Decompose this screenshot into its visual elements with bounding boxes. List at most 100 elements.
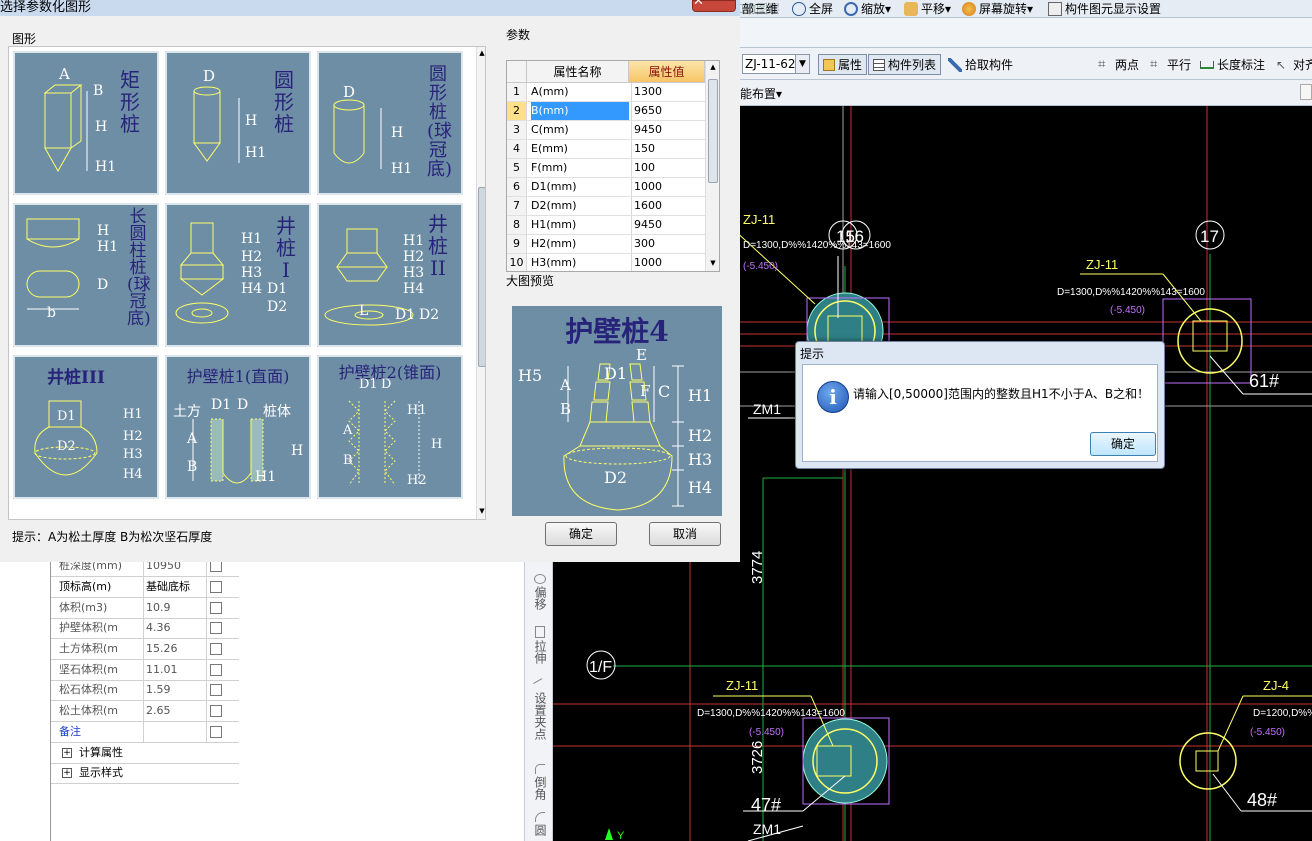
property-checkbox[interactable]	[210, 726, 222, 738]
parameter-row[interactable]: 3 C(mm) 9450	[507, 121, 705, 140]
shape-tile-rect-pile[interactable]: A B H H1 矩形桩	[12, 50, 160, 196]
message-ok-button[interactable]: 确定	[1090, 432, 1156, 456]
close-button[interactable]: ✕	[692, 0, 736, 12]
pan-button[interactable]: 平移 ▾	[904, 0, 951, 17]
property-row[interactable]: 顶标高(m) 基础底标	[51, 577, 239, 598]
property-row[interactable]: 体积(m3) 10.9	[51, 598, 239, 619]
preview-group-label: 大图预览	[506, 274, 555, 288]
align-button[interactable]: ↖ 对齐	[1276, 56, 1312, 73]
scrollbar-thumb[interactable]	[708, 79, 718, 183]
shape-label: 土方	[173, 404, 201, 420]
parameter-row-selected[interactable]: 2 B(mm) 9650	[507, 102, 705, 121]
component-list-button[interactable]: 构件列表	[868, 54, 942, 75]
layout-extra-button[interactable]	[1300, 84, 1312, 100]
column-header-name: 属性名称	[527, 61, 629, 83]
properties-button[interactable]: 属性	[818, 54, 868, 75]
parameter-row[interactable]: 1 A(mm) 1300	[507, 83, 705, 102]
shape-tile-wall-pile-2[interactable]: 护壁桩2(锥面) D1 D H1 A B H H2	[316, 354, 464, 500]
scrollbar-thumb[interactable]	[478, 187, 485, 367]
scroll-up-icon[interactable]: ▲	[477, 49, 485, 57]
parameter-row[interactable]: 7 D2(mm) 1600	[507, 197, 705, 216]
parameter-table-scrollbar[interactable]: ▲ ▼	[705, 61, 719, 271]
dialog-ok-button[interactable]: 确定	[545, 522, 617, 546]
parameter-row[interactable]: 5 F(mm) 100	[507, 159, 705, 178]
zoom-button[interactable]: 缩放 ▾	[844, 0, 891, 17]
expand-icon[interactable]: +	[62, 768, 72, 778]
offset-tool[interactable]: 偏移	[529, 574, 551, 613]
view-3d-button[interactable]: 部三维	[742, 0, 778, 17]
property-row[interactable]: 坚石体积(m 11.01	[51, 660, 239, 681]
property-row[interactable]: 土方体积(m 15.26	[51, 639, 239, 660]
parameter-value-input[interactable]: 1300	[631, 83, 703, 101]
shape-tile-round-pile[interactable]: D H H1 圆形桩	[164, 50, 312, 196]
parameter-value-input[interactable]: 300	[631, 235, 703, 253]
parameter-value-input[interactable]: 1600	[631, 197, 703, 215]
parameter-row[interactable]: 8 H1(mm) 9450	[507, 216, 705, 235]
parameter-value-input[interactable]: 9450	[631, 121, 703, 139]
shape-gallery-scrollbar[interactable]: ▲ ▼	[476, 47, 485, 519]
shape-tile-long-round-pile[interactable]: H H1 D b 长圆柱桩(球冠底)	[12, 202, 160, 348]
display-settings-button[interactable]: 构件图元显示设置	[1048, 0, 1161, 17]
parameter-value-input[interactable]: 1000	[631, 254, 703, 271]
property-checkbox[interactable]	[210, 602, 222, 614]
property-row[interactable]: 松土体积(m 2.65	[51, 701, 239, 722]
length-dimension-button[interactable]: 长度标注	[1200, 56, 1265, 73]
shape-tile-well-pile-3[interactable]: 井桩III D1 D2 H1 H2 H3 H4	[12, 354, 160, 500]
property-checkbox[interactable]	[210, 622, 222, 634]
shape-tile-round-pile-dome[interactable]: D H H1 圆形桩(球冠底)	[316, 50, 464, 196]
property-checkbox[interactable]	[210, 581, 222, 593]
pick-component-button[interactable]: 拾取构件	[948, 56, 1013, 73]
second-toolbar	[740, 18, 1312, 48]
shape-label: H1	[95, 159, 117, 175]
scroll-down-icon[interactable]: ▼	[706, 259, 719, 267]
expand-icon[interactable]: +	[62, 748, 72, 758]
parallel-button[interactable]: ⌗ 平行	[1150, 56, 1191, 73]
parameter-value-input[interactable]: 1000	[631, 178, 703, 196]
two-point-button[interactable]: ⌗ 两点	[1098, 56, 1139, 73]
parameter-row[interactable]: 10 H3(mm) 1000	[507, 254, 705, 271]
property-checkbox[interactable]	[210, 643, 222, 655]
parameter-row[interactable]: 4 E(mm) 150	[507, 140, 705, 159]
set-grip-tool[interactable]: 设置夹点	[529, 678, 551, 743]
info-icon: i	[817, 381, 849, 413]
parameter-value-input[interactable]: 150	[631, 140, 703, 158]
preview-label: H2	[688, 426, 713, 445]
scroll-down-icon[interactable]: ▼	[477, 507, 485, 515]
eyedropper-icon	[948, 57, 962, 72]
dialog-cancel-button[interactable]: 取消	[649, 522, 721, 546]
shape-tile-well-pile-2[interactable]: H1 H2 H3 H4 L D1 D2 井桩II	[316, 202, 464, 348]
property-checkbox[interactable]	[210, 684, 222, 696]
parameter-value-input[interactable]: 9650	[631, 102, 703, 120]
dialog-title-bar[interactable]: 选择参数化图形 ✕	[0, 0, 740, 16]
parameter-row[interactable]: 6 D1(mm) 1000	[507, 178, 705, 197]
shape-tile-well-pile-1[interactable]: H1 H2 H3 H4 D1 D2 井桩I	[164, 202, 312, 348]
shape-label: A	[187, 431, 198, 447]
list-icon	[873, 58, 885, 71]
stretch-tool[interactable]: 拉伸	[529, 626, 551, 667]
shape-label: H1	[123, 407, 143, 422]
component-select[interactable]: ZJ-11-62 ▼	[742, 54, 810, 74]
shape-label: B	[187, 459, 198, 475]
shape-label: H4	[123, 467, 143, 482]
chamfer-tool[interactable]: 倒角	[529, 764, 551, 803]
parameter-value-input[interactable]: 9450	[631, 216, 703, 234]
screen-rotate-button[interactable]: 屏幕旋转 ▾	[962, 0, 1033, 17]
dimension-3726: 3726	[749, 741, 766, 774]
parameter-value-input[interactable]: 100	[631, 159, 703, 177]
message-box: 提示 i 请输入[0,50000]范围内的整数且H1不小于A、B之和！ 确定	[795, 341, 1165, 469]
fullscreen-button[interactable]: 全屏	[792, 0, 833, 17]
property-group-display[interactable]: + 显示样式	[51, 763, 239, 784]
property-group-calc[interactable]: + 计算属性	[51, 743, 239, 764]
parameter-row[interactable]: 9 H2(mm) 300	[507, 235, 705, 254]
property-row[interactable]: 松石体积(m 1.59	[51, 680, 239, 701]
circle-tool[interactable]: 圆	[529, 812, 551, 839]
property-checkbox[interactable]	[210, 664, 222, 676]
property-row[interactable]: 护壁体积(m 4.36	[51, 618, 239, 639]
shape-tile-wall-pile-1[interactable]: 护壁桩1(直面) 土方 D1 D 桩体 A B H H1	[164, 354, 312, 500]
top-toolbar: 如物图层 部三维 全屏 缩放 ▾ 平移 ▾ 屏幕旋转 ▾ 构件图元显示设置	[732, 0, 1312, 18]
shape-title: 井桩I	[276, 214, 296, 282]
property-row[interactable]: 备注	[51, 722, 239, 743]
scroll-up-icon[interactable]: ▲	[706, 63, 719, 71]
smart-layout-button[interactable]: 能布置 ▾	[740, 85, 782, 102]
property-checkbox[interactable]	[210, 705, 222, 717]
